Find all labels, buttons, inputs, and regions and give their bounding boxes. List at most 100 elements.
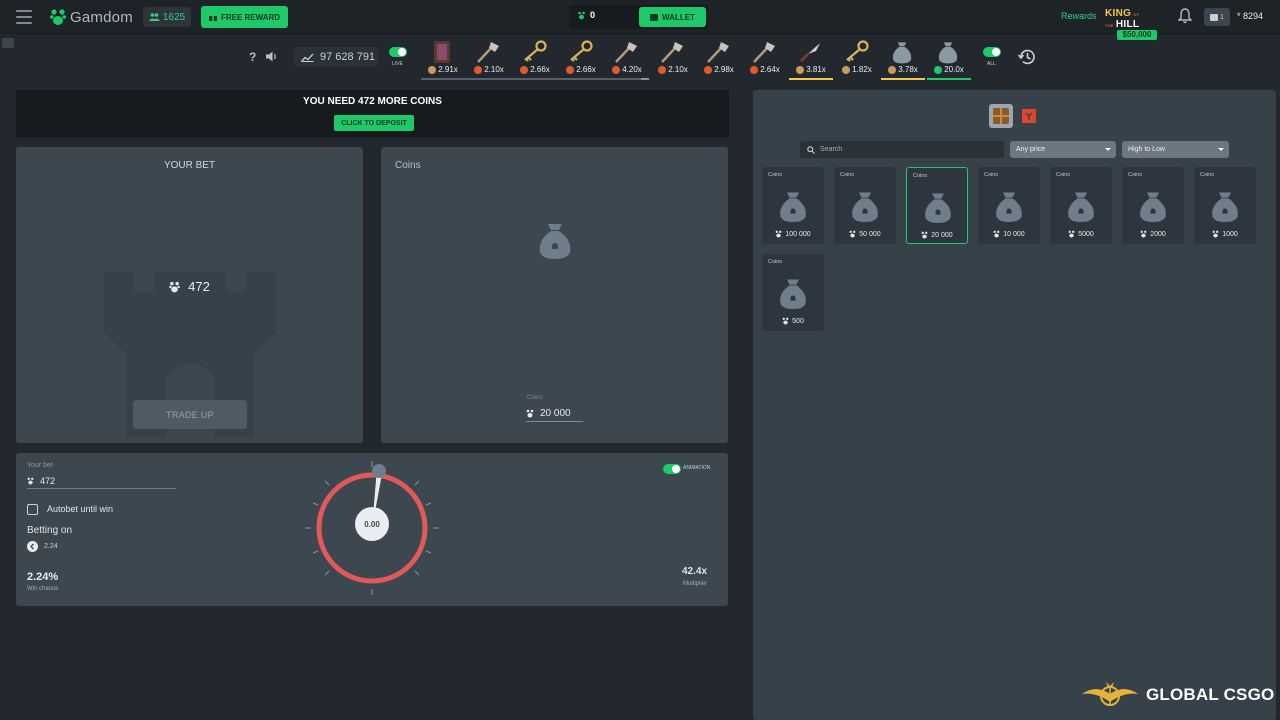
live-drop[interactable]: 20.0x — [927, 38, 971, 80]
shop-item-card[interactable]: Coins 20 000 — [906, 167, 968, 244]
paw-logo-icon[interactable] — [50, 8, 66, 26]
live-drop[interactable]: 2.10x — [467, 38, 511, 80]
chat-icon[interactable] — [2, 38, 14, 48]
stats-box[interactable]: 97 628 791 — [294, 47, 378, 67]
card-price-value: 10 000 — [1003, 230, 1025, 238]
all-toggle[interactable] — [983, 47, 1001, 57]
money-bag-icon — [993, 189, 1025, 223]
shop-item-card[interactable]: Coins 500 — [762, 254, 824, 331]
search-input[interactable]: Search — [800, 141, 1004, 158]
online-count: 1625 — [162, 11, 186, 23]
shop-item-card[interactable]: Coins 10 000 — [978, 167, 1040, 244]
multiplier-value: 42.4x — [682, 566, 708, 577]
live-drop[interactable]: 2.91x — [421, 38, 465, 80]
source-icon — [796, 65, 805, 74]
menu-icon[interactable] — [16, 10, 32, 24]
source-icon — [704, 65, 713, 74]
shop-item-card[interactable]: Coins 5000 — [1050, 167, 1112, 244]
shop-item-card[interactable]: Coins 50 000 — [834, 167, 896, 244]
live-drop[interactable]: 4.20x — [605, 38, 649, 80]
deposit-button[interactable]: CLICK TO DEPOSIT — [334, 115, 414, 131]
drop-multiplier-row: 3.78x — [881, 65, 925, 74]
live-label: LIVE — [392, 61, 403, 67]
win-chance-label: Win chance — [27, 586, 59, 592]
top-bar: Gamdom 1625 FREE REWARD 0 WALLET Rewards… — [0, 0, 1280, 40]
drops-scroll-track[interactable] — [421, 78, 641, 80]
history-icon[interactable] — [1017, 48, 1036, 66]
deposit-notice: YOU NEED 472 MORE COINS CLICK TO DEPOSIT — [16, 90, 729, 137]
drop-multiplier-row: 3.81x — [789, 65, 833, 74]
shop-item-card[interactable]: Coins 2000 — [1122, 167, 1184, 244]
wallet-balance-value: 0 — [590, 10, 596, 20]
shop-item-card[interactable]: Coins 100 000 — [762, 167, 824, 244]
gift-icon — [208, 13, 217, 21]
chevron-left-icon[interactable] — [27, 541, 38, 552]
animation-label: ANIMATION — [683, 465, 711, 471]
wallet-balance[interactable]: 0 — [577, 10, 595, 20]
live-drop[interactable]: 3.78x — [881, 38, 925, 80]
your-bet-label: Your bet — [27, 462, 53, 469]
live-drop[interactable]: 2.98x — [697, 38, 741, 78]
koth-hill: HILL — [1115, 19, 1140, 30]
drop-multiplier-row: 2.10x — [651, 65, 695, 74]
trade-up-button[interactable]: TRADE UP — [133, 400, 247, 429]
puzzle-icon — [1022, 109, 1036, 123]
search-icon — [807, 145, 815, 154]
drop-multiplier-row: 2.10x — [467, 65, 511, 74]
card-price: 5000 — [1050, 230, 1112, 238]
users-icon — [148, 13, 160, 21]
live-drop[interactable]: 2.10x — [651, 38, 695, 78]
source-icon — [566, 65, 575, 74]
animation-toggle[interactable] — [663, 464, 681, 474]
sound-icon[interactable] — [266, 51, 278, 62]
sort-select[interactable]: High to Low — [1122, 141, 1229, 158]
shop-item-card[interactable]: Coins 1000 — [1194, 167, 1256, 244]
category-cases-button[interactable] — [989, 104, 1013, 128]
source-icon — [658, 65, 667, 74]
bet-input[interactable]: 472 — [27, 473, 176, 489]
card-price-value: 20 000 — [931, 231, 953, 239]
live-toggle[interactable] — [389, 47, 407, 57]
inventory-button[interactable]: 1 — [1204, 8, 1230, 26]
your-bet-title: YOUR BET — [163, 160, 216, 171]
free-reward-button[interactable]: FREE REWARD — [201, 6, 288, 28]
your-bet-panel: YOUR BET 472 TRADE UP — [16, 147, 363, 443]
live-drop[interactable]: 2.66x — [559, 38, 603, 80]
live-drop[interactable]: 2.64x — [743, 38, 787, 78]
drop-multiplier-row: 2.66x — [559, 65, 603, 74]
live-drop[interactable]: 2.66x — [513, 38, 557, 80]
live-drop[interactable]: 3.81x — [789, 38, 833, 80]
multiplier-label: Multiplier — [683, 581, 708, 587]
category-items-button[interactable] — [1017, 104, 1041, 128]
coins-sublabel: Coins — [527, 395, 543, 401]
bell-icon[interactable] — [1178, 8, 1192, 24]
paw-icon — [782, 317, 789, 325]
money-bag-icon — [1065, 189, 1097, 223]
autobet-checkbox[interactable] — [27, 504, 38, 515]
drop-multiplier: 20.0x — [944, 65, 964, 74]
card-price-value: 100 000 — [785, 230, 811, 238]
axe-item-icon — [705, 40, 731, 64]
drop-multiplier: 1.82x — [852, 65, 872, 74]
online-users-badge[interactable]: 1625 — [143, 7, 191, 27]
card-price: 500 — [762, 317, 824, 325]
axe-item-icon — [751, 40, 777, 64]
drop-multiplier-row: 2.91x — [421, 65, 465, 74]
wallet-button[interactable]: WALLET — [639, 7, 706, 27]
card-title: Coins — [840, 172, 855, 178]
source-icon — [428, 65, 437, 74]
price-filter-select[interactable]: Any price — [1010, 141, 1116, 158]
live-drop[interactable]: 1.82x — [835, 38, 879, 78]
drop-multiplier-row: 2.66x — [513, 65, 557, 74]
rewards-link[interactable]: Rewards — [1061, 11, 1097, 21]
bet-input-value: 472 — [40, 475, 56, 486]
axe-item-icon — [613, 40, 639, 64]
drop-multiplier: 2.10x — [668, 65, 688, 74]
logo-text[interactable]: Gamdom — [70, 9, 133, 26]
king-of-the-hill-banner[interactable]: KING OF THE HILL $50,000 — [1105, 8, 1171, 40]
help-icon[interactable]: ? — [249, 50, 256, 64]
inventory-count: 1 — [1220, 13, 1224, 21]
drop-multiplier: 3.78x — [898, 65, 918, 74]
user-balance[interactable]: * 8294 — [1237, 11, 1263, 21]
case-item-icon — [429, 40, 455, 64]
